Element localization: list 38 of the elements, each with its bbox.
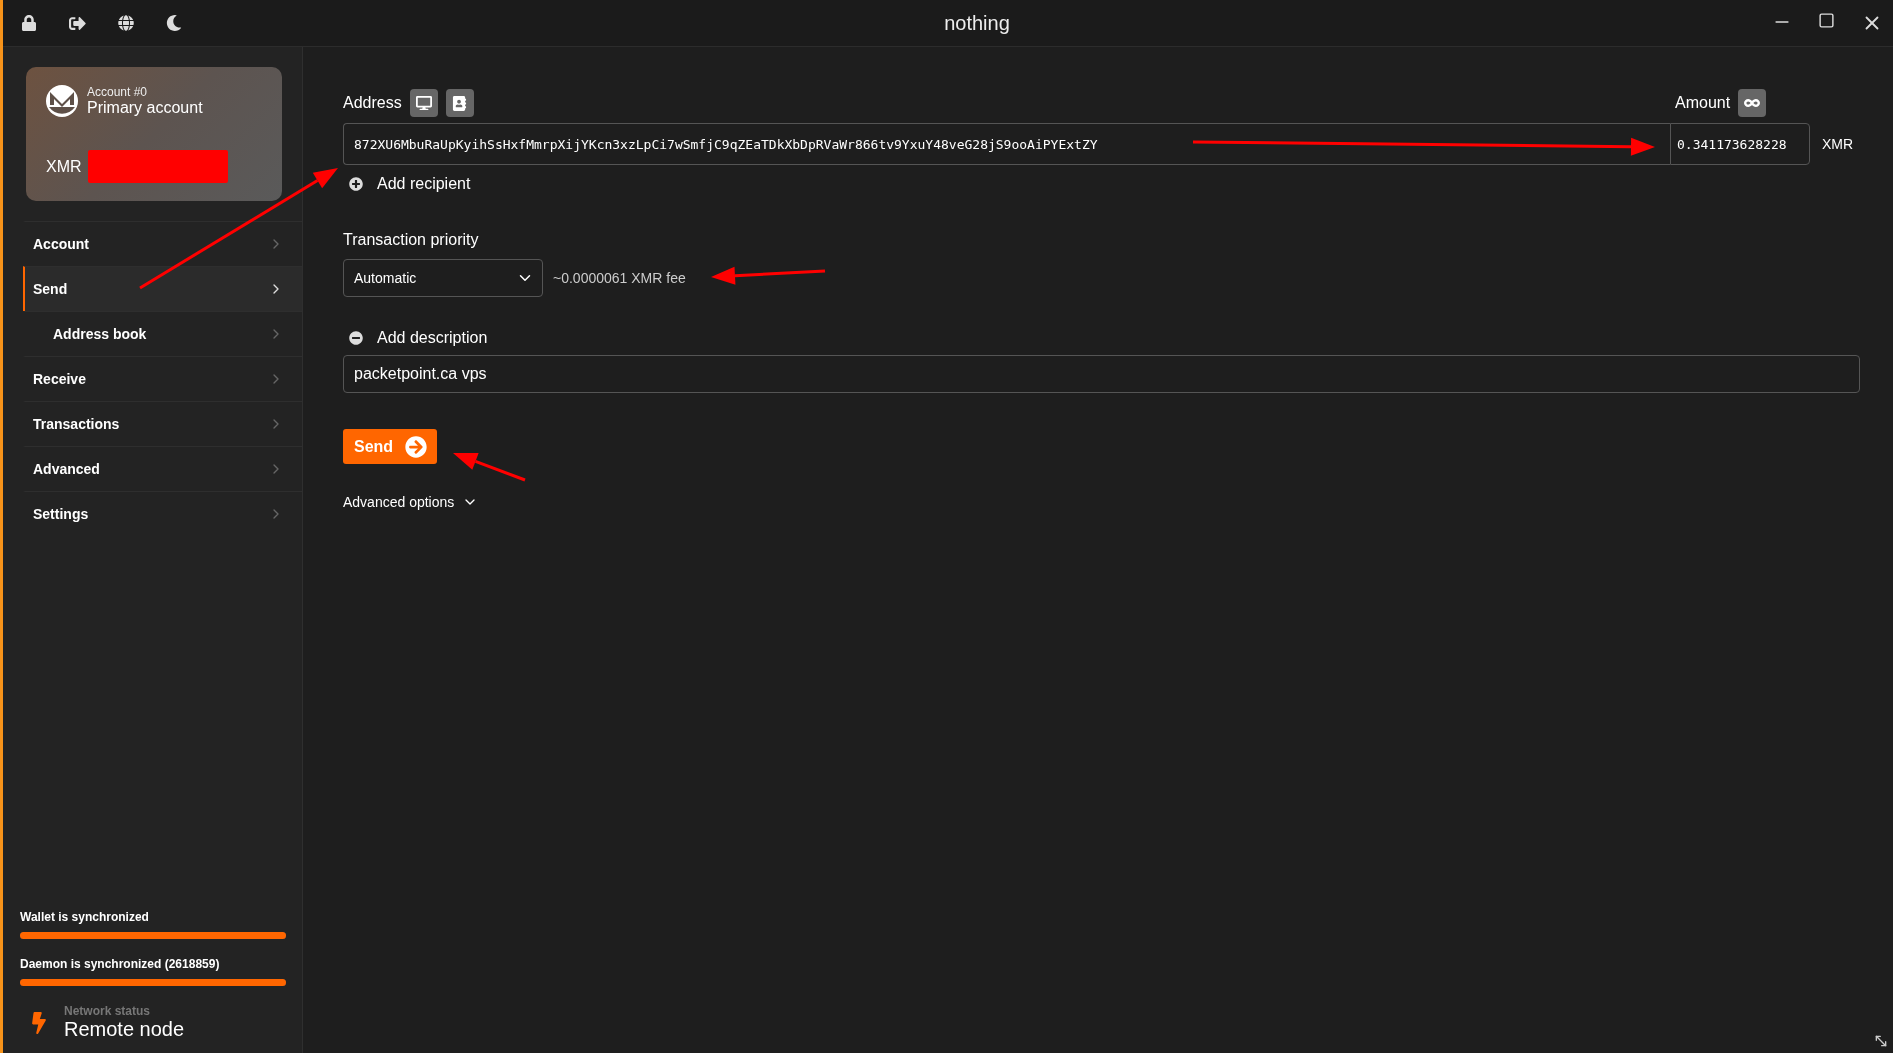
sidebar-item[interactable]: Receive — [23, 356, 302, 401]
sidebar-item[interactable]: Transactions — [23, 401, 302, 446]
monitor-icon — [415, 95, 432, 111]
sync-status: Daemon is synchronized (2618859) — [20, 957, 221, 971]
sync-status: Wallet is synchronized — [20, 910, 150, 924]
sidebar-item[interactable]: Settings — [23, 491, 302, 536]
maximize-icon[interactable] — [1818, 12, 1835, 29]
account-name: Primary account — [87, 99, 203, 117]
address-book-icon — [452, 95, 468, 111]
network-status-label: Network status — [64, 1004, 152, 1018]
sidebar-item[interactable]: Address book — [23, 311, 302, 356]
logout-icon[interactable] — [69, 14, 86, 32]
priority-label: Transaction priority — [343, 231, 480, 249]
currency-label: XMR — [46, 157, 82, 176]
sidebar-item[interactable]: Send — [23, 266, 302, 311]
globe-icon[interactable] — [118, 15, 134, 31]
amount-field[interactable]: 0.341173628228 — [1670, 123, 1810, 165]
monitor-icon-button[interactable] — [409, 89, 438, 117]
address-label: Address — [343, 94, 402, 112]
lock-icon[interactable] — [21, 15, 37, 31]
fee-estimate: ~0.0000061 XMR fee — [553, 270, 686, 286]
description-field[interactable]: packetpoint.ca vps — [343, 355, 1860, 393]
amount-label: Amount — [1675, 94, 1731, 112]
currency-label: XMR — [1821, 136, 1855, 152]
infinity-button[interactable] — [1738, 89, 1767, 117]
window-title: nothing — [943, 11, 1011, 35]
advanced-options-toggle[interactable]: Advanced options — [343, 494, 479, 510]
address-field[interactable]: 872XU6MbuRaUpKyihSsHxfMmrpXijYKcn3xzLpCi7wSmfjC9qZEaTDkXbDpRVaWr866tv9YxuY48veG28jS9ooAiPYExtZY — [343, 123, 1670, 165]
add-description-button[interactable]: Add description — [343, 329, 488, 347]
sidebar-item[interactable]: Advanced — [23, 446, 302, 491]
monero-logo-icon — [46, 85, 78, 117]
moon-icon[interactable] — [166, 15, 182, 31]
address-book-button[interactable] — [445, 89, 474, 117]
network-status: Remote node — [64, 1018, 185, 1041]
resize-icon[interactable] — [1873, 1033, 1889, 1049]
account-number: Account #0 — [87, 85, 149, 99]
priority-dropdown[interactable]: Automatic — [343, 259, 543, 297]
add-recipient-button[interactable]: Add recipient — [343, 175, 471, 193]
